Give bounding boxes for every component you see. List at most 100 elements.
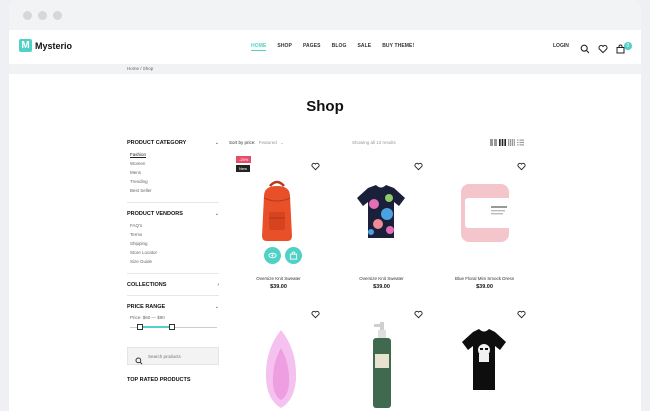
nav-shop[interactable]: SHOP — [277, 43, 292, 51]
divider — [127, 295, 219, 296]
add-to-cart-button[interactable] — [285, 247, 302, 264]
list-view-icon[interactable] — [517, 139, 524, 146]
chevron-down-icon: ⌄ — [280, 140, 284, 145]
slider-min-handle[interactable] — [137, 324, 143, 330]
collections-section-header[interactable]: COLLECTIONS › — [127, 280, 219, 290]
top-rated-heading: TOP RATED PRODUCTS — [127, 377, 191, 383]
bag-icon — [289, 251, 298, 260]
chevron-down-icon: ⌄ — [214, 211, 219, 217]
divider — [127, 202, 219, 203]
browser-window: M Mysterio HOME SHOP PAGES BLOG SALE BUY… — [9, 0, 641, 411]
vendor-item[interactable]: Terms — [127, 232, 219, 241]
backpack-illustration — [262, 180, 292, 241]
nav-pages[interactable]: PAGES — [303, 43, 321, 51]
search-input[interactable] — [148, 351, 216, 361]
vendor-item[interactable]: Shipping — [127, 241, 219, 250]
vendors-list: FAQ's Terms Shipping Store Locator Size … — [127, 223, 219, 268]
vendors-section-header[interactable]: PRODUCT VENDORS ⌄ — [127, 209, 219, 219]
main-nav: HOME SHOP PAGES BLOG SALE BUY THEME! — [251, 43, 425, 51]
chevron-right-icon: › — [217, 282, 219, 288]
wishlist-icon[interactable] — [414, 310, 423, 319]
collections-title: COLLECTIONS — [127, 282, 167, 288]
sidebar: PRODUCT CATEGORY ⌄ Fashion Women Mens Tr… — [127, 138, 219, 383]
login-link[interactable]: LOGIN — [553, 43, 569, 49]
product-name[interactable]: Oversize Knit Sweater — [334, 276, 429, 281]
search-box — [127, 347, 219, 365]
category-item[interactable]: Women — [127, 161, 219, 170]
eye-icon — [268, 252, 277, 259]
product-image[interactable]: -25% New — [231, 156, 326, 264]
cart-count-badge: 0 — [623, 42, 632, 50]
sort-value: Featured — [258, 140, 277, 145]
price-slider[interactable] — [127, 323, 219, 333]
header-actions: LOGIN 0 — [553, 41, 634, 54]
product-image[interactable] — [334, 304, 429, 411]
new-badge: New — [236, 165, 251, 172]
product-image[interactable] — [231, 304, 326, 411]
slider-max-handle[interactable] — [169, 324, 175, 330]
search-icon[interactable] — [580, 41, 590, 54]
category-item[interactable]: Mens — [127, 170, 219, 179]
cart-icon[interactable]: 0 — [616, 41, 632, 54]
nav-home[interactable]: HOME — [251, 43, 267, 51]
price-section-header[interactable]: PRICE RANGE ⌄ — [127, 302, 219, 312]
grid-2-icon[interactable] — [490, 139, 497, 146]
wishlist-icon[interactable] — [517, 310, 526, 319]
site-header: M Mysterio HOME SHOP PAGES BLOG SALE BUY… — [9, 30, 641, 64]
wishlist-icon[interactable] — [311, 162, 320, 171]
wishlist-icon[interactable] — [414, 162, 423, 171]
pink-sponge-illustration — [265, 330, 297, 408]
logo[interactable]: M Mysterio — [19, 39, 72, 52]
sort-dropdown[interactable]: Sort by price: Featured ⌄ — [229, 140, 284, 146]
slider-fill — [140, 326, 172, 328]
grid-3-icon[interactable] — [499, 139, 506, 146]
vendors-title: PRODUCT VENDORS — [127, 211, 183, 217]
vendor-item[interactable]: Size Guide — [127, 259, 219, 268]
category-item[interactable]: Trending — [127, 179, 219, 188]
product-card[interactable]: Oversize Knit Sweater $39.00 — [334, 156, 429, 290]
search-icon[interactable] — [135, 352, 143, 365]
wishlist-icon[interactable] — [517, 162, 526, 171]
category-item[interactable]: Best Seller — [127, 188, 219, 197]
quick-view-button[interactable] — [264, 247, 281, 264]
pump-bottle-illustration — [373, 322, 391, 408]
logo-mark: M — [19, 39, 32, 52]
chevron-down-icon: ⌄ — [214, 304, 219, 310]
category-list: Fashion Women Mens Trending Best Seller — [127, 152, 219, 197]
floral-top-illustration — [357, 185, 405, 238]
product-image[interactable] — [437, 156, 532, 264]
nav-sale[interactable]: SALE — [357, 43, 371, 51]
wishlist-icon[interactable] — [598, 41, 608, 54]
product-card[interactable]: Blue Floral Mini Smock Dress $39.00 — [437, 156, 532, 290]
category-item[interactable]: Fashion — [127, 152, 219, 161]
product-card[interactable] — [334, 304, 429, 411]
chevron-down-icon: ⌄ — [214, 140, 219, 146]
vendor-item[interactable]: FAQ's — [127, 223, 219, 232]
price-range-text: Price: $60 — $90 — [130, 315, 165, 320]
window-dot[interactable] — [23, 11, 32, 20]
window-dot[interactable] — [53, 11, 62, 20]
product-image[interactable] — [437, 304, 532, 411]
pink-box-illustration — [461, 184, 511, 242]
product-price: $39.00 — [373, 284, 390, 290]
product-name[interactable]: Blue Floral Mini Smock Dress — [437, 276, 532, 281]
product-name[interactable]: Oversize Knit Sweater — [231, 276, 326, 281]
view-switcher — [488, 139, 524, 146]
wishlist-icon[interactable] — [311, 310, 320, 319]
product-card[interactable]: -25% New Oversize Knit Sweater $39.00 — [231, 156, 326, 290]
category-section-header[interactable]: PRODUCT CATEGORY ⌄ — [127, 138, 219, 148]
window-dot[interactable] — [38, 11, 47, 20]
black-tshirt-illustration — [462, 329, 506, 390]
grid-4-icon[interactable] — [508, 139, 515, 146]
product-image[interactable] — [334, 156, 429, 264]
nav-buy-theme[interactable]: BUY THEME! — [382, 43, 414, 51]
category-title: PRODUCT CATEGORY — [127, 140, 187, 146]
logo-text: Mysterio — [35, 40, 73, 51]
breadcrumb-bar: Home / Shop — [9, 64, 641, 74]
vendor-item[interactable]: Store Locator — [127, 250, 219, 259]
nav-blog[interactable]: BLOG — [332, 43, 347, 51]
product-card[interactable] — [437, 304, 532, 411]
product-card[interactable] — [231, 304, 326, 411]
product-price: $39.00 — [476, 284, 493, 290]
window-titlebar — [9, 0, 641, 30]
